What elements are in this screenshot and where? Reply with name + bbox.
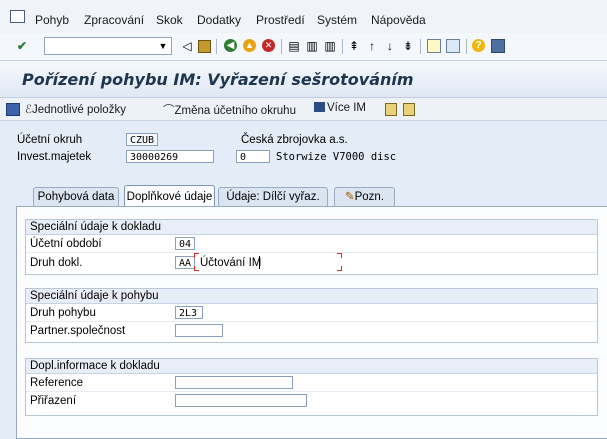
document-icon[interactable]	[385, 103, 397, 116]
menu-zpracovani[interactable]: Zpracování	[84, 13, 144, 27]
previous-page-icon[interactable]: ↑	[365, 39, 379, 53]
period-label: Účetní období	[30, 238, 102, 250]
document-save-icon[interactable]	[403, 103, 415, 116]
more-assets-label: Více IM	[327, 102, 366, 114]
menu-bar: Pohyb Zpracování Skok Dodatky Prostředí …	[0, 0, 607, 34]
doc-special-title: Speciální údaje k dokladu	[26, 220, 597, 235]
text-cursor	[259, 256, 260, 269]
change-company-code-label: Změna účetního okruhu	[174, 105, 296, 117]
assignment-label: Přiřazení	[30, 395, 77, 407]
find-icon[interactable]: ▥	[305, 39, 319, 53]
doc-type-field[interactable]: AA	[175, 256, 195, 269]
company-code-field[interactable]: CZUB	[126, 133, 158, 146]
menu-prostredi[interactable]: Prostředí	[256, 13, 305, 27]
first-page-icon[interactable]: ⇞	[347, 39, 361, 53]
menu-system[interactable]: Systém	[317, 13, 357, 27]
print-icon[interactable]: ▤	[287, 39, 301, 53]
asset-description: Storwize V7000 disc	[276, 151, 397, 163]
back-arrow-icon[interactable]: ◁	[180, 39, 194, 53]
menu-napoveda[interactable]: Nápověda	[371, 13, 426, 27]
asset-subnumber-field[interactable]: 0	[236, 150, 270, 163]
single-items-label: Jednotlivé položky	[31, 104, 126, 116]
menu-pohyb[interactable]: Pohyb	[35, 13, 69, 27]
tab-movement-data[interactable]: Pohybová data	[33, 187, 119, 206]
new-session-icon[interactable]	[427, 39, 441, 53]
partner-field[interactable]	[175, 324, 223, 337]
help-icon[interactable]: ?	[472, 39, 485, 52]
tab-notes-label: Pozn.	[354, 191, 385, 203]
tab-notes[interactable]: ✎Pozn.	[334, 187, 395, 206]
doc-extra-group: Dopl.informace k dokladu Reference Přiřa…	[25, 358, 598, 416]
reference-label: Reference	[30, 377, 84, 389]
doc-special-group: Speciální údaje k dokladu Účetní období …	[25, 219, 598, 275]
standard-toolbar: ✔ ▼ ◁ ◀ ▲ ✕ ▤ ▥ ▥ ⇞ ↑ ↓ ⇟ ?	[0, 33, 607, 61]
more-assets-button[interactable]: Více IM	[314, 102, 366, 114]
change-company-code-button[interactable]: ⌒Změna účetního okruhu	[163, 102, 296, 118]
save-icon[interactable]	[198, 40, 211, 53]
glasses-icon: ℰ	[25, 104, 32, 116]
page-title: Pořízení pohybu IM: Vyřazení sešrotování…	[22, 70, 414, 89]
exit-menu-icon[interactable]	[10, 10, 25, 23]
menu-dodatky[interactable]: Dodatky	[197, 13, 241, 27]
assignment-field[interactable]	[175, 394, 307, 407]
shortcut-icon[interactable]	[446, 39, 460, 53]
period-field[interactable]: 04	[175, 237, 195, 250]
tab-partial-retirement[interactable]: Údaje: Dílčí vyřaz.	[218, 187, 328, 206]
partner-label: Partner.společnost	[30, 325, 126, 337]
overview-icon[interactable]	[6, 103, 20, 116]
cancel-icon[interactable]: ✕	[262, 39, 275, 52]
enter-icon[interactable]: ✔	[15, 39, 29, 53]
tab-additional-data[interactable]: Doplňkové údaje	[124, 185, 215, 207]
dropdown-icon[interactable]: ▼	[156, 39, 170, 53]
last-page-icon[interactable]: ⇟	[401, 39, 415, 53]
title-bar: Pořízení pohybu IM: Vyřazení sešrotování…	[0, 61, 607, 98]
application-toolbar: ℰJednotlivé položky ⌒Změna účetního okru…	[0, 98, 607, 121]
company-code-label: Účetní okruh	[17, 134, 83, 146]
movement-special-title: Speciální údaje k pohybu	[26, 289, 597, 304]
pencil-icon: ✎	[344, 191, 355, 203]
company-name: Česká zbrojovka a.s.	[241, 134, 348, 146]
command-field[interactable]	[44, 37, 172, 55]
layout-menu-icon[interactable]	[491, 39, 505, 53]
next-page-icon[interactable]: ↓	[383, 39, 397, 53]
menu-skok[interactable]: Skok	[156, 13, 183, 27]
single-items-button[interactable]: ℰJednotlivé položky	[25, 102, 126, 116]
doc-type-label: Druh dokl.	[30, 257, 83, 269]
asset-label: Invest.majetek	[17, 151, 92, 163]
movement-type-label: Druh pohybu	[30, 307, 96, 319]
headset-icon: ⌒	[163, 105, 175, 117]
doc-type-text: Účtování IM	[200, 257, 262, 269]
reference-field[interactable]	[175, 376, 293, 389]
grid-icon	[314, 102, 325, 112]
back-icon[interactable]: ◀	[224, 39, 237, 52]
exit-icon[interactable]: ▲	[243, 39, 256, 52]
movement-type-field[interactable]: 2L3	[175, 306, 203, 319]
find-next-icon[interactable]: ▥	[323, 39, 337, 53]
movement-special-group: Speciální údaje k pohybu Druh pohybu 2L3…	[25, 288, 598, 343]
doc-extra-title: Dopl.informace k dokladu	[26, 359, 597, 374]
asset-number-field[interactable]: 30000269	[126, 150, 214, 163]
